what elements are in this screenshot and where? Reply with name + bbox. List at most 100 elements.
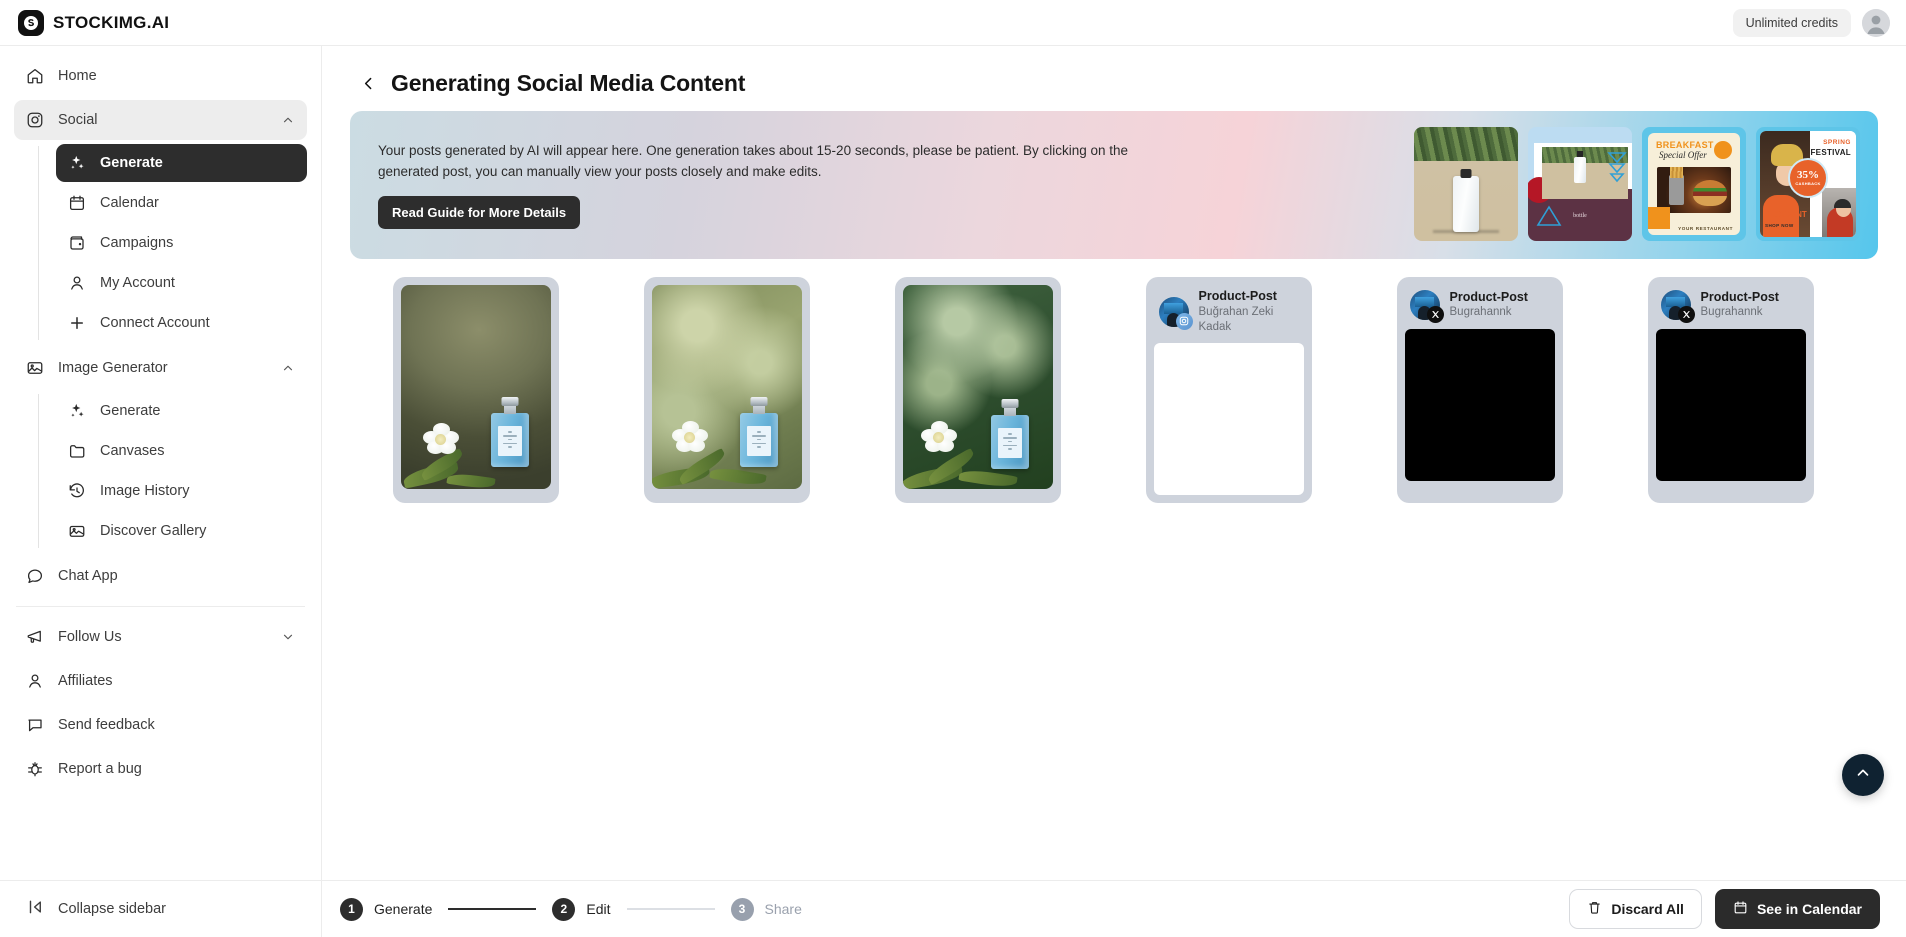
scroll-to-top-button[interactable] — [1842, 754, 1884, 796]
sidebar-item-social-calendar[interactable]: Calendar — [56, 184, 307, 222]
step-number: 3 — [731, 898, 754, 921]
sparkles-icon — [68, 154, 86, 172]
food-footer-text: YOUR RESTAURANT — [1678, 226, 1733, 231]
sidebar-item-canvases[interactable]: Canvases — [56, 432, 307, 470]
sidebar-group-image-generator[interactable]: Image Generator — [14, 348, 307, 388]
product-post-card-x-1[interactable]: Product-Post Bugrahannk — [1397, 277, 1563, 503]
chat-icon — [26, 567, 44, 585]
orange-square-decor — [1648, 207, 1670, 229]
product-post-card-x-2[interactable]: Product-Post Bugrahannk — [1648, 277, 1814, 503]
orange-circle-decor — [1714, 141, 1732, 159]
discard-all-button[interactable]: Discard All — [1569, 889, 1702, 929]
sidebar-item-chat-app[interactable]: Chat App — [14, 556, 307, 596]
step-label: Share — [765, 901, 802, 917]
collapse-sidebar-button[interactable]: Collapse sidebar — [14, 889, 307, 929]
sidebar-item-social-campaigns[interactable]: Campaigns — [56, 224, 307, 262]
sidebar-item-label: Discover Gallery — [100, 523, 206, 539]
sidebar-item-social-my-account[interactable]: My Account — [56, 264, 307, 302]
bottom-actions: Discard All See in Calendar — [1569, 889, 1880, 929]
page-header: Generating Social Media Content — [350, 46, 1878, 111]
beach-bottle-thumb[interactable] — [1414, 127, 1518, 241]
leaf-shape — [958, 468, 1017, 489]
sidebar-item-social-generate[interactable]: Generate — [56, 144, 307, 182]
perfume-bottle-shape — [740, 413, 778, 467]
grid-cell — [601, 277, 852, 519]
step-generate[interactable]: 1 Generate — [340, 898, 432, 921]
food-card: BREAKFAST Special Offer YOUR RESTAURANT — [1648, 133, 1740, 235]
step-share[interactable]: 3 Share — [731, 898, 802, 921]
generated-image-card-3[interactable] — [895, 277, 1061, 503]
post-canvas — [1405, 329, 1555, 481]
festival-photo-right — [1822, 188, 1856, 237]
post-canvas — [1154, 343, 1304, 495]
festival-cta-line2: SHOP NOW — [1765, 223, 1794, 228]
sparkles-icon — [68, 402, 86, 420]
post-account: Buğrahan Zeki Kadak — [1199, 305, 1300, 335]
sidebar-item-report-a-bug[interactable]: Report a bug — [14, 749, 307, 789]
post-card-header: Product-Post Bugrahannk — [1405, 285, 1555, 329]
generated-image-card-1[interactable] — [393, 277, 559, 503]
bottle-shape — [1453, 176, 1479, 232]
app-root: STOCKIMG.AI Unlimited credits Home — [0, 0, 1906, 937]
sidebar-group-label: Social — [58, 112, 98, 128]
avatar — [1409, 289, 1441, 321]
spring-festival-thumb[interactable]: SPRING FESTIVAL 35% — [1756, 127, 1860, 241]
image-icon — [26, 359, 44, 377]
plus-icon — [68, 314, 86, 332]
user-avatar-icon[interactable] — [1862, 9, 1890, 37]
person-icon — [26, 672, 44, 690]
brand-name: STOCKIMG.AI — [53, 13, 169, 33]
credits-badge[interactable]: Unlimited credits — [1733, 9, 1851, 37]
gallery-icon — [68, 522, 86, 540]
step-number: 2 — [552, 898, 575, 921]
sidebar-item-affiliates[interactable]: Affiliates — [14, 661, 307, 701]
sidebar-item-image-generate[interactable]: Generate — [56, 392, 307, 430]
sidebar-group-label: Image Generator — [58, 360, 168, 376]
sidebar-item-label: Affiliates — [58, 673, 113, 689]
template-bottle-cap — [1577, 151, 1583, 157]
sidebar-item-discover-gallery[interactable]: Discover Gallery — [56, 512, 307, 550]
grid-cell: Product-Post Buğrahan Zeki Kadak — [1103, 277, 1354, 519]
generated-image-card-2[interactable] — [644, 277, 810, 503]
topbar-right: Unlimited credits — [1733, 9, 1890, 37]
arrow-decor — [1607, 151, 1627, 191]
sidebar-item-label: Connect Account — [100, 315, 210, 331]
megaphone-icon — [26, 628, 44, 646]
info-banner: Your posts generated by AI will appear h… — [350, 111, 1878, 259]
chevron-up-icon — [1854, 764, 1872, 787]
sidebar-footer: Collapse sidebar — [0, 880, 321, 937]
product-post-card-instagram[interactable]: Product-Post Buğrahan Zeki Kadak — [1146, 277, 1312, 503]
sidebar-item-image-history[interactable]: Image History — [56, 472, 307, 510]
see-in-calendar-button[interactable]: See in Calendar — [1715, 889, 1880, 929]
instagram-badge-icon — [1176, 313, 1193, 330]
sidebar-subgroup-image-generator: Generate Canvases Image History — [38, 392, 307, 550]
instagram-icon — [26, 111, 44, 129]
food-title-line2: Special Offer — [1659, 150, 1707, 160]
palms-decor — [1414, 127, 1518, 161]
sidebar-item-social-connect-account[interactable]: Connect Account — [56, 304, 307, 342]
banner-thumbnails: bottle BREAKFAST Special Offer — [1414, 127, 1878, 241]
banner-text-block: Your posts generated by AI will appear h… — [350, 141, 1150, 229]
post-account: Bugrahannk — [1701, 305, 1779, 320]
fries-shape — [1669, 175, 1684, 205]
avatar — [1158, 296, 1190, 328]
history-icon — [68, 482, 86, 500]
step-edit[interactable]: 2 Edit — [552, 898, 610, 921]
x-badge-icon — [1678, 306, 1695, 323]
step-connector-2 — [627, 908, 715, 910]
read-guide-button[interactable]: Read Guide for More Details — [378, 196, 580, 229]
brand-logo[interactable]: STOCKIMG.AI — [18, 10, 169, 36]
sidebar-item-follow-us[interactable]: Follow Us — [14, 617, 307, 657]
collapse-sidebar-label: Collapse sidebar — [58, 901, 166, 917]
social-template-thumb[interactable]: bottle — [1528, 127, 1632, 241]
sidebar-item-home[interactable]: Home — [14, 56, 307, 96]
breakfast-offer-thumb[interactable]: BREAKFAST Special Offer YOUR RESTAURANT — [1642, 127, 1746, 241]
sidebar-item-label: Send feedback — [58, 717, 155, 733]
post-card-meta: Product-Post Bugrahannk — [1701, 290, 1779, 321]
calendar-icon — [68, 194, 86, 212]
sidebar-item-send-feedback[interactable]: Send feedback — [14, 705, 307, 745]
thumb-caption: bottle — [1528, 213, 1632, 219]
sidebar-group-social[interactable]: Social — [14, 100, 307, 140]
post-account: Bugrahannk — [1450, 305, 1528, 320]
chevron-left-icon[interactable] — [358, 71, 378, 97]
